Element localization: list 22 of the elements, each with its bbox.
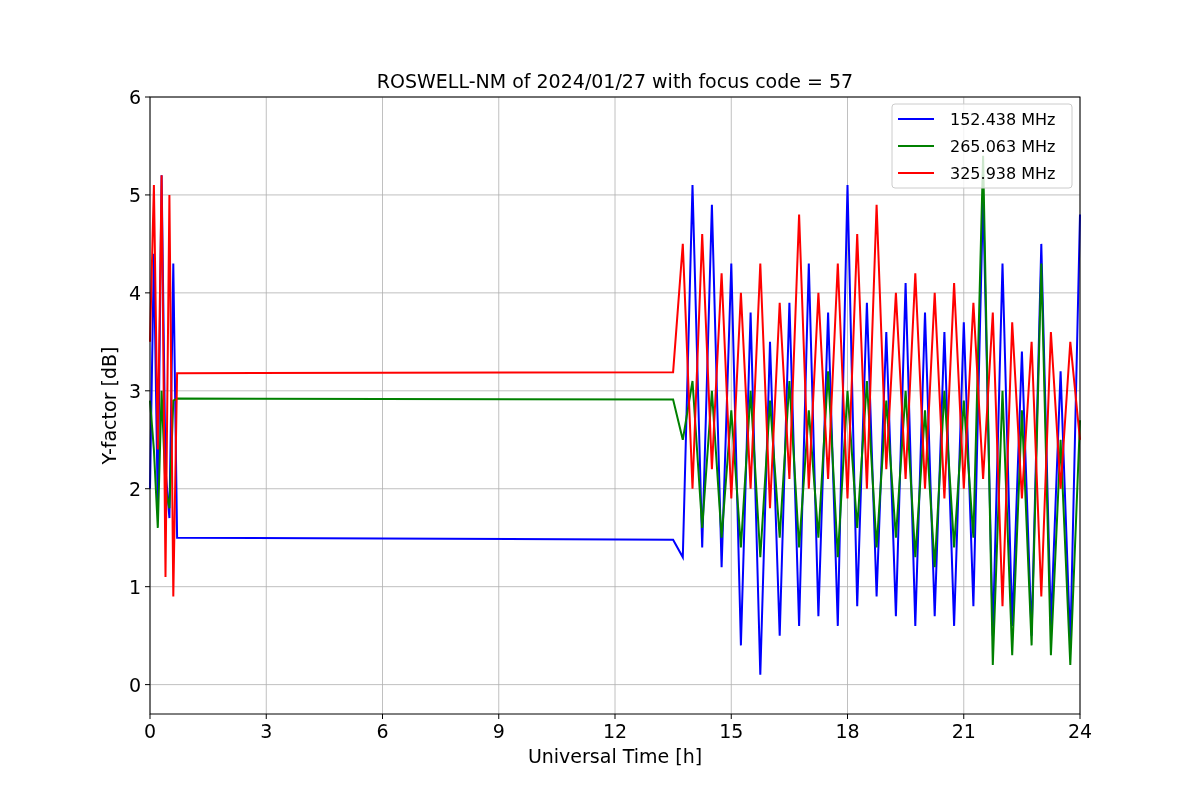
y-tick-label: 2 xyxy=(128,477,141,500)
x-tick-label: 6 xyxy=(376,720,389,742)
y-axis-label: Y-factor [dB] xyxy=(98,346,120,465)
y-tick-label: 3 xyxy=(128,379,141,402)
x-tick-label: 18 xyxy=(835,720,860,742)
y-tick-label: 1 xyxy=(128,575,141,598)
x-tick-label: 3 xyxy=(260,720,273,742)
x-tick-label: 21 xyxy=(951,720,976,742)
x-tick-label: 15 xyxy=(719,720,744,742)
chart-title: ROSWELL-NM of 2024/01/27 with focus code = 57 xyxy=(376,70,854,92)
legend-label: 152.438 MHz xyxy=(950,110,1056,129)
y-tick-label: 0 xyxy=(128,673,141,696)
x-axis-label: Universal Time [h] xyxy=(527,745,703,767)
legend-label: 265.063 MHz xyxy=(950,137,1056,156)
y-tick-label: 5 xyxy=(128,183,141,206)
legend-label: 325.938 MHz xyxy=(950,164,1056,183)
x-tick-label: 12 xyxy=(602,720,628,742)
y-tick-label: 4 xyxy=(128,281,141,304)
y-tick-label: 6 xyxy=(128,86,141,108)
x-tick-label: 9 xyxy=(492,720,505,742)
x-tick-label: 0 xyxy=(143,720,157,742)
x-tick-label: 24 xyxy=(1067,720,1093,742)
